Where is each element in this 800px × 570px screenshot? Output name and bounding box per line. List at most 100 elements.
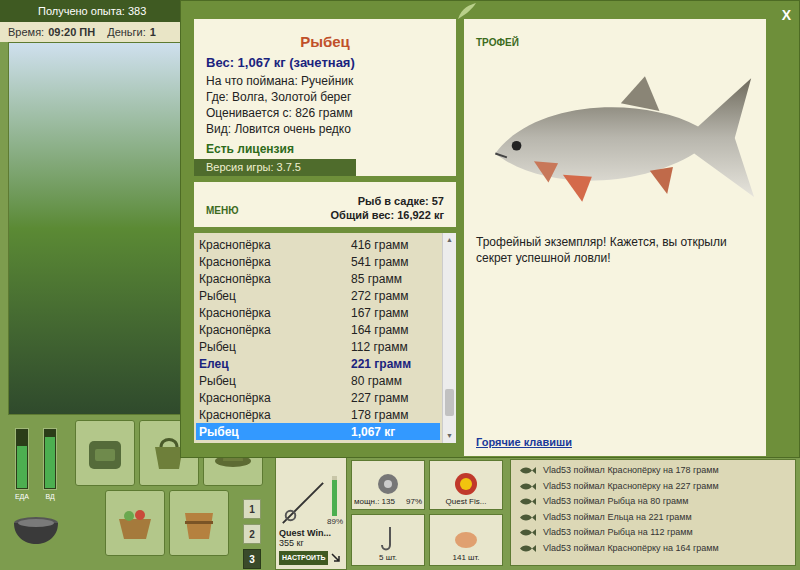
line-slot[interactable]: Quest Fis...: [429, 460, 503, 510]
catch-name: Рыбец: [196, 338, 351, 356]
chat-log: Vlad53 поймал Краснопёрку на 178 грамм Vl…: [510, 459, 796, 566]
fish-icon: [519, 466, 537, 475]
catch-name: Краснопёрка: [196, 236, 351, 254]
catch-name: Краснопёрка: [196, 270, 351, 288]
chat-text: Vlad53 поймал Краснопёрку на 164 грамм: [543, 542, 719, 556]
gauge-label: ВД: [45, 492, 54, 501]
hook-icon: [378, 525, 398, 553]
rod-load: 355 кг: [279, 538, 343, 548]
tool-button[interactable]: 3: [243, 549, 261, 569]
close-button[interactable]: X: [780, 5, 793, 26]
catch-weight: 112 грамм: [351, 338, 408, 356]
hotkeys-link[interactable]: Горячие клавиши: [476, 434, 754, 451]
catch-row[interactable]: Рыбец1,067 кг: [196, 423, 440, 440]
catch-name: Краснопёрка: [196, 304, 351, 322]
gauge: ВД: [43, 428, 57, 501]
fish-icon: [519, 513, 537, 522]
gauges: ЕДА ВД: [15, 428, 57, 501]
catch-row[interactable]: Краснопёрка85 грамм: [196, 270, 440, 287]
reel-slot[interactable]: мощн.: 13597%: [351, 460, 425, 510]
catch-row[interactable]: Краснопёрка416 грамм: [196, 236, 440, 253]
bucket-button[interactable]: [169, 490, 229, 556]
catch-row[interactable]: Краснопёрка541 грамм: [196, 253, 440, 270]
money-label: Деньги:: [107, 24, 146, 41]
scene-view: [8, 42, 190, 415]
scrollbar[interactable]: ▲▼: [442, 233, 456, 443]
reel-icon: [373, 471, 403, 497]
chat-text: Vlad53 поймал Краснопёрку на 178 грамм: [543, 464, 719, 478]
chat-text: Vlad53 поймал Рыбца на 112 грамм: [543, 526, 693, 540]
catch-name: Краснопёрка: [196, 321, 351, 339]
scroll-down-icon: ▼: [443, 429, 456, 443]
catch-row[interactable]: Рыбец112 грамм: [196, 338, 440, 355]
lizard-logo-icon: [456, 1, 478, 21]
basket-icon: [113, 503, 157, 543]
catch-name: Рыбец: [196, 372, 351, 390]
catch-row[interactable]: Рыбец80 грамм: [196, 372, 440, 389]
catch-name: Рыбец: [196, 287, 351, 305]
catch-weight: 541 грамм: [351, 253, 409, 271]
chat-text: Vlad53 поймал Рыбца на 80 грамм: [543, 495, 688, 509]
gauge: ЕДА: [15, 428, 29, 501]
hook-slot[interactable]: 5 шт.: [351, 514, 425, 566]
tool-button[interactable]: 1: [243, 499, 261, 519]
basket-button[interactable]: [105, 490, 165, 556]
tool-button[interactable]: 2: [243, 524, 261, 544]
rod-name: Quest Win...: [279, 528, 343, 538]
rod-durability-fill: [332, 480, 337, 516]
fish-name: Рыбец: [206, 33, 444, 51]
fish-icon: [519, 482, 537, 491]
status-column: ЕДА ВД: [0, 415, 72, 570]
tool-buttons: 1 2 3: [243, 490, 261, 569]
catch-weight: 1,067 кг: [351, 423, 395, 441]
catch-row[interactable]: Краснопёрка227 грамм: [196, 389, 440, 406]
bait-icon: [452, 527, 480, 553]
trophy-label: ТРОФЕЙ: [476, 35, 754, 50]
catch-row[interactable]: Краснопёрка178 грамм: [196, 406, 440, 423]
rod-icon: [279, 478, 327, 528]
backpack-button[interactable]: [75, 420, 135, 486]
menu-button[interactable]: МЕНЮ: [206, 203, 239, 222]
time-label: Время:: [8, 24, 44, 41]
scroll-thumb[interactable]: [445, 389, 454, 416]
fish-icon: [519, 544, 537, 553]
chat-line: Vlad53 поймал Ельца на 221 грамм: [519, 510, 795, 526]
gauge-track: [43, 428, 57, 490]
hooks-count: 5 шт.: [379, 553, 397, 563]
trophy-panel: ТРОФЕЙТрофейный экземпляр! Кажется, вы о…: [464, 19, 766, 456]
setup-button[interactable]: НАСТРОИТЬ: [279, 551, 328, 566]
fish-detail: На что поймана: Ручейник: [206, 73, 444, 89]
reel-durability: 97%: [406, 497, 422, 507]
catch-row[interactable]: Краснопёрка167 грамм: [196, 304, 440, 321]
chat-line: Vlad53 поймал Краснопёрку на 178 грамм: [519, 463, 795, 479]
chat-text: Vlad53 поймал Краснопёрку на 227 грамм: [543, 480, 719, 494]
catch-weight: 178 грамм: [351, 406, 409, 424]
arrow-icon: [331, 553, 340, 562]
catch-weight: 227 грамм: [351, 389, 409, 407]
money-value: 1: [150, 24, 156, 41]
version-bar: Версия игры: 3.7.5: [194, 159, 356, 176]
chat-text: Vlad53 поймал Ельца на 221 грамм: [543, 511, 692, 525]
catch-weight: 221 грамм: [351, 355, 411, 373]
catch-name: Краснопёрка: [196, 406, 351, 424]
experience-bar: Получено опыта: 383: [0, 0, 190, 22]
catch-info-column: Рыбец Вес: 1,067 кг (зачетная) На что пойм…: [194, 19, 456, 456]
pot-icon[interactable]: [10, 511, 62, 555]
catch-row[interactable]: Рыбец272 грамм: [196, 287, 440, 304]
fish-weight: Вес: 1,067 кг (зачетная): [206, 55, 444, 71]
catch-row[interactable]: Елец221 грамм: [196, 355, 440, 372]
bucket-icon: [177, 503, 221, 543]
catch-row[interactable]: Краснопёрка164 грамм: [196, 321, 440, 338]
time-value: 09:20 ПН: [48, 24, 95, 41]
gauge-fill: [17, 446, 27, 488]
catch-weight: 272 грамм: [351, 287, 409, 305]
bait-slot[interactable]: 141 шт.: [429, 514, 503, 566]
time-bar: Время:09:20 ПН Деньги:1: [0, 22, 190, 42]
fish-detail: Вид: Ловится очень редко: [206, 121, 444, 137]
gauge-label: ЕДА: [15, 492, 29, 501]
inventory-row: 1 2 3: [72, 490, 272, 569]
line-name: Quest Fis...: [446, 497, 487, 507]
trophy-fish-icon: [476, 54, 756, 224]
scroll-up-icon: ▲: [443, 233, 456, 247]
fish-icon: [519, 497, 537, 506]
